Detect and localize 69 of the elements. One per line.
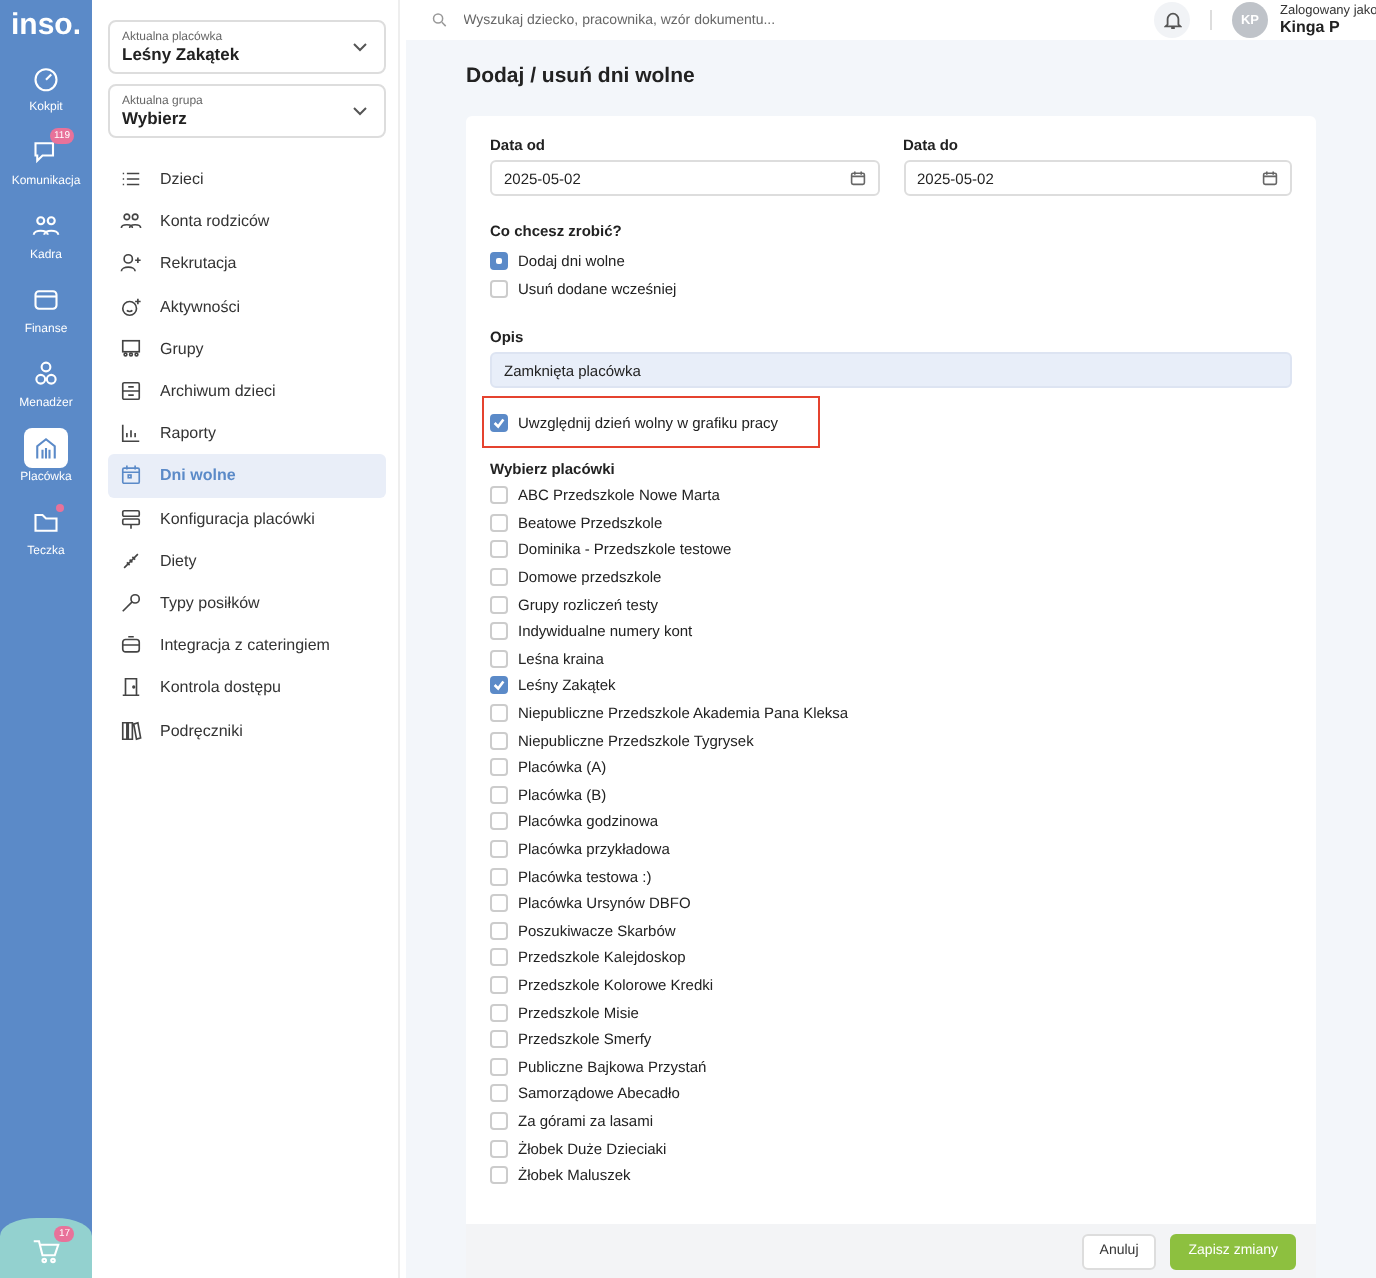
checkbox[interactable]: [490, 758, 508, 777]
useradd-icon: [120, 252, 142, 275]
checkbox[interactable]: [490, 540, 508, 559]
checkbox[interactable]: [490, 1030, 508, 1049]
door-icon: [120, 676, 142, 699]
menu-item[interactable]: Konfiguracja placówki: [108, 497, 386, 540]
building-icon: [32, 434, 60, 462]
checkbox[interactable]: [490, 894, 508, 913]
checkbox[interactable]: [490, 948, 508, 967]
user-name: Kinga P: [1280, 18, 1342, 36]
checkbox[interactable]: [490, 1166, 508, 1185]
notifications-button[interactable]: [1154, 2, 1190, 38]
checkbox[interactable]: [490, 921, 508, 940]
menu-item[interactable]: Konta rodziców: [108, 200, 386, 243]
checkbox[interactable]: [490, 1003, 508, 1022]
folder-icon: [32, 508, 60, 536]
wallet-icon: [32, 286, 60, 314]
menu-item[interactable]: Grupy: [108, 327, 386, 370]
checkbox[interactable]: [490, 676, 508, 695]
checkbox[interactable]: [490, 595, 508, 614]
calendar-icon: [849, 170, 865, 186]
menu-item[interactable]: Dzieci: [108, 158, 386, 201]
list-icon: [120, 168, 142, 191]
smile-icon: [120, 295, 142, 318]
calendar-icon: [1262, 170, 1278, 186]
calendar-icon: [120, 464, 142, 487]
radio-button[interactable]: [490, 251, 508, 269]
people-icon: [32, 212, 60, 240]
logo: inso.: [10, 8, 81, 42]
chevron-down-icon: [352, 106, 368, 116]
menu-item[interactable]: Diety: [108, 539, 386, 582]
checkbox[interactable]: [490, 413, 508, 431]
checkbox[interactable]: [490, 704, 508, 723]
menu-item[interactable]: Raporty: [108, 412, 386, 455]
checkbox[interactable]: [490, 975, 508, 994]
radio-button[interactable]: [490, 279, 508, 297]
checkbox[interactable]: [490, 568, 508, 587]
books-icon: [120, 719, 142, 742]
menu-item[interactable]: Typy posiłków: [108, 581, 386, 625]
checkbox[interactable]: [490, 513, 508, 532]
chevron-down-icon: [352, 42, 368, 52]
checkbox[interactable]: [490, 785, 508, 804]
chat-icon: [31, 138, 60, 166]
menu-item[interactable]: Aktywności: [108, 285, 386, 328]
checkbox[interactable]: [490, 622, 508, 641]
checkbox[interactable]: [490, 812, 508, 831]
checkbox[interactable]: [490, 731, 508, 750]
checkbox[interactable]: [490, 1111, 508, 1130]
checkbox[interactable]: [490, 486, 508, 505]
search-icon: [432, 12, 448, 28]
menu-item[interactable]: Rekrutacja: [108, 242, 386, 286]
gauge-icon: [32, 64, 60, 92]
people-icon: [120, 210, 142, 233]
checkbox[interactable]: [490, 1139, 508, 1158]
chart-icon: [120, 422, 142, 445]
menu-item[interactable]: Kontrola dostępu: [108, 666, 386, 709]
checkbox[interactable]: [490, 1084, 508, 1103]
bell-icon: [1163, 10, 1181, 30]
menu-item[interactable]: Podręczniki: [108, 708, 386, 752]
checkbox[interactable]: [490, 840, 508, 859]
archive-icon: [120, 380, 142, 403]
group-icon: [120, 337, 142, 360]
page-title: Dodaj / usuń dni wolne: [466, 64, 697, 88]
menu-item[interactable]: Archiwum dzieci: [108, 369, 386, 413]
checkbox[interactable]: [490, 867, 508, 886]
checkbox[interactable]: [490, 649, 508, 668]
menu-item[interactable]: Integracja z cateringiem: [108, 624, 386, 667]
cart-icon[interactable]: [32, 1236, 60, 1264]
checkbox[interactable]: [490, 1057, 508, 1076]
